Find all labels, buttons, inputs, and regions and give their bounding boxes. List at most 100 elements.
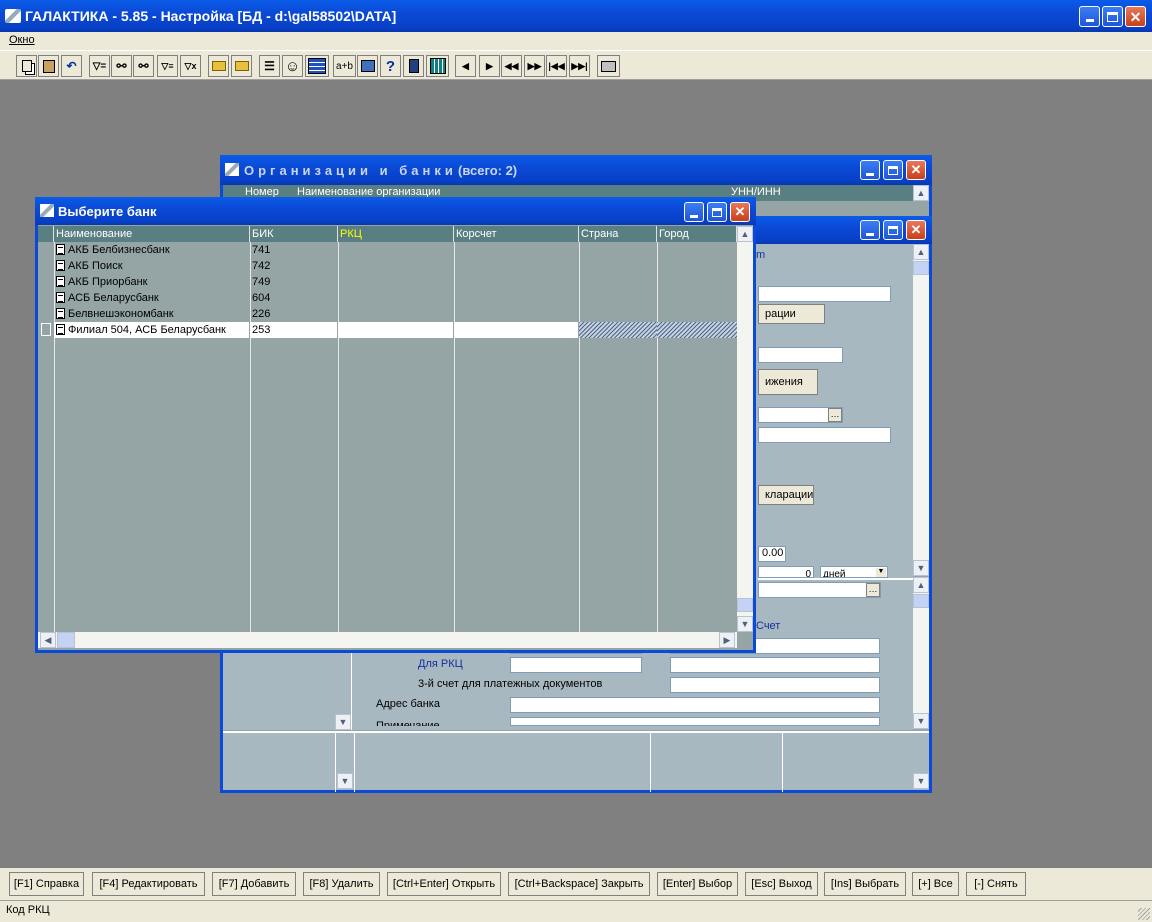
bottom-right-scroll-down[interactable]: ▼ (913, 773, 929, 789)
filter-clear-button[interactable]: ▽x (180, 55, 201, 77)
ab-button[interactable]: a+b (333, 55, 356, 77)
col-header-name[interactable]: Наименование (54, 226, 250, 242)
lower-scroll-up[interactable]: ▲ (913, 577, 929, 593)
bank-scroll-right[interactable]: ▶ (719, 632, 735, 648)
bank-hscroll-thumb[interactable] (57, 632, 75, 648)
resize-grip-icon[interactable] (1138, 908, 1150, 920)
bank-grid-hscroll[interactable]: ◀ ▶ (38, 632, 737, 648)
app-title-bar[interactable]: ГАЛАКТИКА - 5.85 - Настройка [БД - d:\ga… (0, 0, 1152, 32)
detail-maximize-button[interactable] (883, 220, 903, 240)
list-button[interactable]: ☰ (259, 55, 280, 77)
days-select[interactable]: дней ▼ (820, 566, 888, 578)
minimize-button[interactable] (1079, 6, 1100, 27)
col-header-kors[interactable]: Корсчет (454, 226, 579, 242)
next-record-button[interactable]: ▶ (479, 55, 500, 77)
fkey-help-button[interactable]: [F1] Справка (9, 872, 84, 896)
search-folder-button[interactable] (231, 55, 252, 77)
maximize-button[interactable] (1102, 6, 1123, 27)
fkey-delete-button[interactable]: [F8] Удалить (303, 872, 380, 896)
last-record-button[interactable]: ▶▶ (524, 55, 545, 77)
close-button[interactable]: ✕ (1125, 6, 1146, 27)
open-button[interactable] (208, 55, 229, 77)
detail-field-4[interactable] (758, 427, 891, 443)
table-row[interactable]: АКБ Белбизнесбанк 741 (54, 242, 737, 258)
bottom-left-scroll-down[interactable]: ▼ (337, 773, 353, 789)
detail-scrollbar-lower[interactable]: ▲ ▼ (913, 577, 929, 729)
for-rkc-field-a[interactable] (510, 657, 642, 673)
table-button[interactable] (426, 55, 449, 77)
prev-record-button[interactable]: ◀ (455, 55, 476, 77)
menu-item-window[interactable]: Окно (9, 34, 35, 46)
detail-scroll-up[interactable]: ▲ (913, 244, 929, 260)
zero-field[interactable]: 0 (758, 566, 814, 578)
help-button[interactable]: ? (380, 55, 401, 77)
dialog-maximize-button[interactable] (707, 202, 727, 222)
detail-field-1[interactable] (758, 286, 891, 302)
table-row[interactable]: АКБ Приорбанк 749 (54, 274, 737, 290)
org-close-button[interactable]: ✕ (906, 160, 926, 180)
table-row[interactable]: Филиал 504, АСБ Беларусбанк 253 (54, 322, 737, 338)
fkey-select-button[interactable]: [Enter] Выбор (657, 872, 738, 896)
col-header-country[interactable]: Страна (579, 226, 657, 242)
table-row[interactable]: АСБ Беларусбанк 604 (54, 290, 737, 306)
find-button[interactable]: ⚯ (111, 55, 132, 77)
declaration2-button[interactable]: кларации (758, 485, 814, 505)
third-account-field[interactable] (670, 677, 880, 693)
detail-minimize-button[interactable] (860, 220, 880, 240)
table-row[interactable]: АКБ Поиск 742 (54, 258, 737, 274)
ellipsis-icon[interactable]: … (828, 408, 842, 422)
exit-button[interactable] (403, 55, 424, 77)
bank-scroll-down[interactable]: ▼ (737, 616, 753, 632)
grid-button[interactable] (305, 55, 329, 77)
calculator-button[interactable] (357, 55, 378, 77)
dialog-minimize-button[interactable] (684, 202, 704, 222)
detail-field-2[interactable] (758, 347, 843, 363)
ellipsis-icon[interactable]: … (866, 583, 880, 597)
fkey-add-button[interactable]: [F7] Добавить (212, 872, 296, 896)
declaration-button[interactable]: рации (758, 304, 825, 324)
org-window-title-bar[interactable]: Организации и банки (всего: 2) ✕ (220, 155, 932, 185)
find-next-button[interactable]: ⚯ (133, 55, 154, 77)
note-field[interactable] (510, 717, 880, 726)
fkey-choose-button[interactable]: [Ins] Выбрать (824, 872, 906, 896)
filter-set-button[interactable]: ▽≡ (157, 55, 178, 77)
last-page-button[interactable]: ▶▶| (569, 55, 590, 77)
bank-scroll-left[interactable]: ◀ (40, 632, 56, 648)
filter-button[interactable]: ▽= (89, 55, 110, 77)
lower-scroll-down[interactable]: ▼ (913, 713, 929, 729)
lower-scroll-thumb[interactable] (913, 594, 929, 608)
smile-button[interactable]: ☺ (282, 55, 303, 77)
detail-scroll-thumb[interactable] (913, 261, 929, 275)
first-record-button[interactable]: ◀◀ (501, 55, 522, 77)
col-header-city[interactable]: Город (657, 226, 737, 242)
table-row[interactable]: Белвнешэкономбанк 226 (54, 306, 737, 322)
fkey-exit-button[interactable]: [Esc] Выход (745, 872, 818, 896)
for-rkc-field-b[interactable] (670, 657, 880, 673)
detail-scrollbar-upper[interactable]: ▲ ▼ (913, 244, 929, 576)
fkey-unselect-button[interactable]: [-] Снять (966, 872, 1026, 896)
detail-field-3[interactable]: … (758, 407, 843, 423)
first-page-button[interactable]: |◀◀ (546, 55, 567, 77)
bank-scroll-up[interactable]: ▲ (737, 226, 753, 242)
bank-scroll-thumb[interactable] (737, 598, 753, 612)
detail-field-5[interactable]: … (758, 582, 881, 598)
value-field[interactable]: 0.00 (758, 546, 786, 562)
copy-button[interactable] (16, 55, 37, 77)
paste-button[interactable] (38, 55, 59, 77)
bank-grid-vscroll[interactable]: ▲ ▼ (737, 226, 753, 632)
detail-close-button[interactable]: ✕ (906, 220, 926, 240)
fkey-edit-button[interactable]: [F4] Редактировать (92, 872, 205, 896)
col-header-bik[interactable]: БИК (250, 226, 338, 242)
chevron-down-icon[interactable]: ▼ (876, 568, 886, 577)
dialog-close-button[interactable]: ✕ (730, 202, 750, 222)
org-maximize-button[interactable] (883, 160, 903, 180)
print-button[interactable] (597, 55, 620, 77)
bank-form-scroll-down[interactable]: ▼ (335, 714, 351, 730)
fkey-all-button[interactable]: [+] Все (912, 872, 959, 896)
undo-button[interactable]: ↶ (61, 55, 82, 77)
bank-address-field[interactable] (510, 697, 880, 713)
org-minimize-button[interactable] (860, 160, 880, 180)
detail-scroll-down[interactable]: ▼ (913, 560, 929, 576)
movement-button[interactable]: ижения (758, 369, 818, 395)
bank-dialog-title-bar[interactable]: Выберите банк ✕ (35, 197, 756, 225)
